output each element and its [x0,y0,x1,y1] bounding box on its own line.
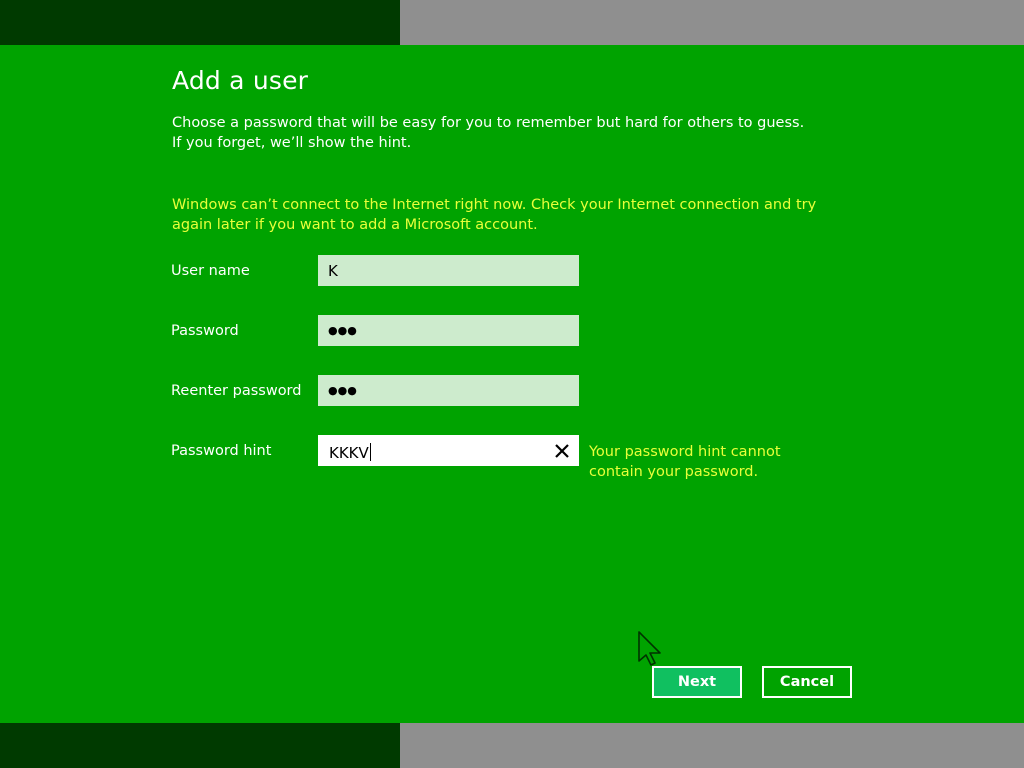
reenter-password-field[interactable]: ●●● [318,375,579,406]
bottom-left-band [0,723,400,768]
password-field[interactable]: ●●● [318,315,579,346]
top-left-band [0,0,400,45]
top-right-band [400,0,1024,45]
password-hint-field[interactable]: KKKV [318,435,579,466]
username-value: K [328,262,338,280]
add-user-dialog: Add a user Choose a password that will b… [0,0,1024,768]
bottom-right-band [400,723,1024,768]
password-hint-value: KKKV [329,444,369,462]
username-field[interactable]: K [318,255,579,286]
username-label: User name [171,263,250,279]
password-label: Password [171,323,239,339]
page-title: Add a user [172,66,309,95]
reenter-password-label: Reenter password [171,383,302,399]
internet-warning: Windows can’t connect to the Internet ri… [172,197,817,233]
close-icon[interactable] [552,441,572,461]
intro-text: Choose a password that will be easy for … [172,115,805,151]
password-hint-label: Password hint [171,443,272,459]
mouse-pointer-icon [638,631,661,666]
password-value: ●●● [328,324,357,337]
cancel-button[interactable]: Cancel [762,666,852,698]
reenter-password-value: ●●● [328,384,357,397]
text-caret [369,443,371,461]
next-button[interactable]: Next [652,666,742,698]
hint-error-message: Your password hint cannot contain your p… [589,444,781,480]
